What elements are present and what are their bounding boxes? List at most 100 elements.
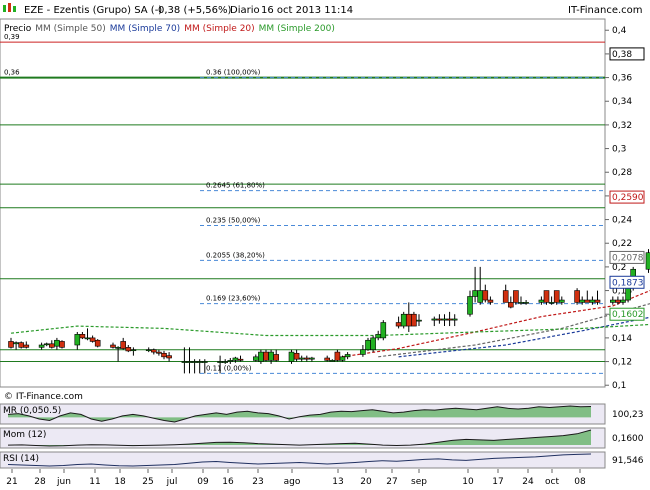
y-tick-label: 0,28 [612,168,632,178]
candle-body [202,361,208,363]
value-label: 0,2590 [609,190,645,204]
value-label: 0,1873 [609,275,645,289]
panel-frame [0,451,606,469]
candle-body [620,299,626,303]
candle-body [89,337,96,342]
y-axis: 0,10,120,140,160,180,20,220,240,260,280,… [605,26,632,391]
price-change: 0,38 (+5,56%) [158,5,231,16]
candle-body [370,337,376,351]
x-tick-label: 28 [34,477,46,487]
y-tick-label: 0,2 [612,263,626,273]
candle-body [487,299,494,303]
candle-body [166,355,172,359]
candle-body [380,322,387,339]
chart-header: EZE - Ezentis (Grupo) SA (-) 0,38 (+5,56… [3,3,643,16]
legend-item: Precio [4,24,32,34]
candle-body [344,354,351,358]
candle [543,290,550,305]
candle [400,311,407,329]
candle-body [298,357,305,360]
candle-body [79,334,86,339]
candle [513,290,519,305]
candle-body [59,341,65,348]
candle-body [125,347,132,352]
candle-body [8,341,14,348]
candle-body [334,351,341,361]
candle [574,288,580,305]
price-plot-frame [0,18,606,388]
candle [258,349,264,364]
candle-body [645,252,650,270]
candle-body [375,334,382,339]
candle-body [54,339,60,347]
y-tick-label: 0,34 [612,97,632,107]
value-label-text: 0,2590 [612,193,644,203]
x-tick-label: 27 [386,477,397,487]
candle-body [13,342,19,345]
y-tick-label: 0,36 [612,74,632,84]
indicator-panel-momentum: Mom (12) 0,1600 [0,427,644,449]
candle-body [431,318,438,321]
candle-body [217,361,223,363]
candle-body [594,299,601,303]
x-tick-label: 24 [522,477,534,487]
candle-body [84,337,91,340]
indicator-title: Mom (12) [3,430,46,440]
value-label: 0,1602 [609,307,645,321]
source-label: IT-Finance.com [568,5,643,16]
chart-title: EZE - Ezentis (Grupo) SA (-) [24,5,162,16]
candle-body [467,296,473,315]
candle-body [523,302,529,304]
indicator-panel-rsi: RSI (14) 91,546 [0,451,644,469]
candle-body [558,299,565,303]
candle-body [548,302,555,304]
x-tick-label: 21 [6,477,17,487]
value-label-text: 0,1873 [612,278,644,288]
candle-body [395,322,402,327]
candle-body [110,344,116,348]
x-tick-label: 13 [332,477,343,487]
x-tick-label: 20 [360,477,372,487]
x-tick-label: 08 [574,477,586,487]
x-tick-label: jul [166,477,178,487]
candle [620,296,626,305]
x-tick-label: ago [284,477,301,487]
copyright: © IT-Finance.com [4,392,83,402]
x-tick-label: 16 [222,477,234,487]
candle-body [156,351,162,354]
price-plot: 0,10,120,140,160,180,20,220,240,260,280,… [0,18,650,391]
candle-body [288,351,295,362]
chart-canvas: EZE - Ezentis (Grupo) SA (-) 0,38 (+5,56… [0,3,650,487]
y-tick-label: 0,22 [612,239,632,249]
candle-body [436,318,443,321]
candle-body [130,349,137,352]
candle-body [538,299,545,303]
value-labels: 0,38 0,2590 0,2078 0,1873 0,1602 [609,47,645,321]
candle-body [23,344,30,348]
indicator-last-value: 91,546 [612,456,644,466]
x-tick-label: 23 [252,477,263,487]
y-tick-label: 0,24 [612,216,632,226]
candle-body [232,357,239,361]
candle-body [543,290,550,303]
value-label-text: 0,1602 [612,310,644,320]
y-tick-label: 0,32 [612,121,632,131]
legend-item: MM (Simple 200) [259,24,335,34]
legend-item: MM (Simple 50) [35,24,105,34]
candle-body [472,290,478,297]
candle-body [196,361,203,363]
candle-body [446,318,453,321]
value-label-text: 0,2078 [612,253,644,263]
candle-body [293,352,300,360]
candle-body [48,343,55,348]
x-tick-label: sep [411,477,427,487]
candle-body [74,334,81,346]
indicator-panel-mr: MR (0,050.5) 100,23 [0,403,644,425]
candle [553,290,560,305]
candle-body [303,357,310,360]
candle-body [115,347,121,349]
candle-body [258,351,264,362]
x-tick-label: oct [545,477,559,487]
candle-body [43,343,50,346]
symbol-icon [3,3,16,12]
